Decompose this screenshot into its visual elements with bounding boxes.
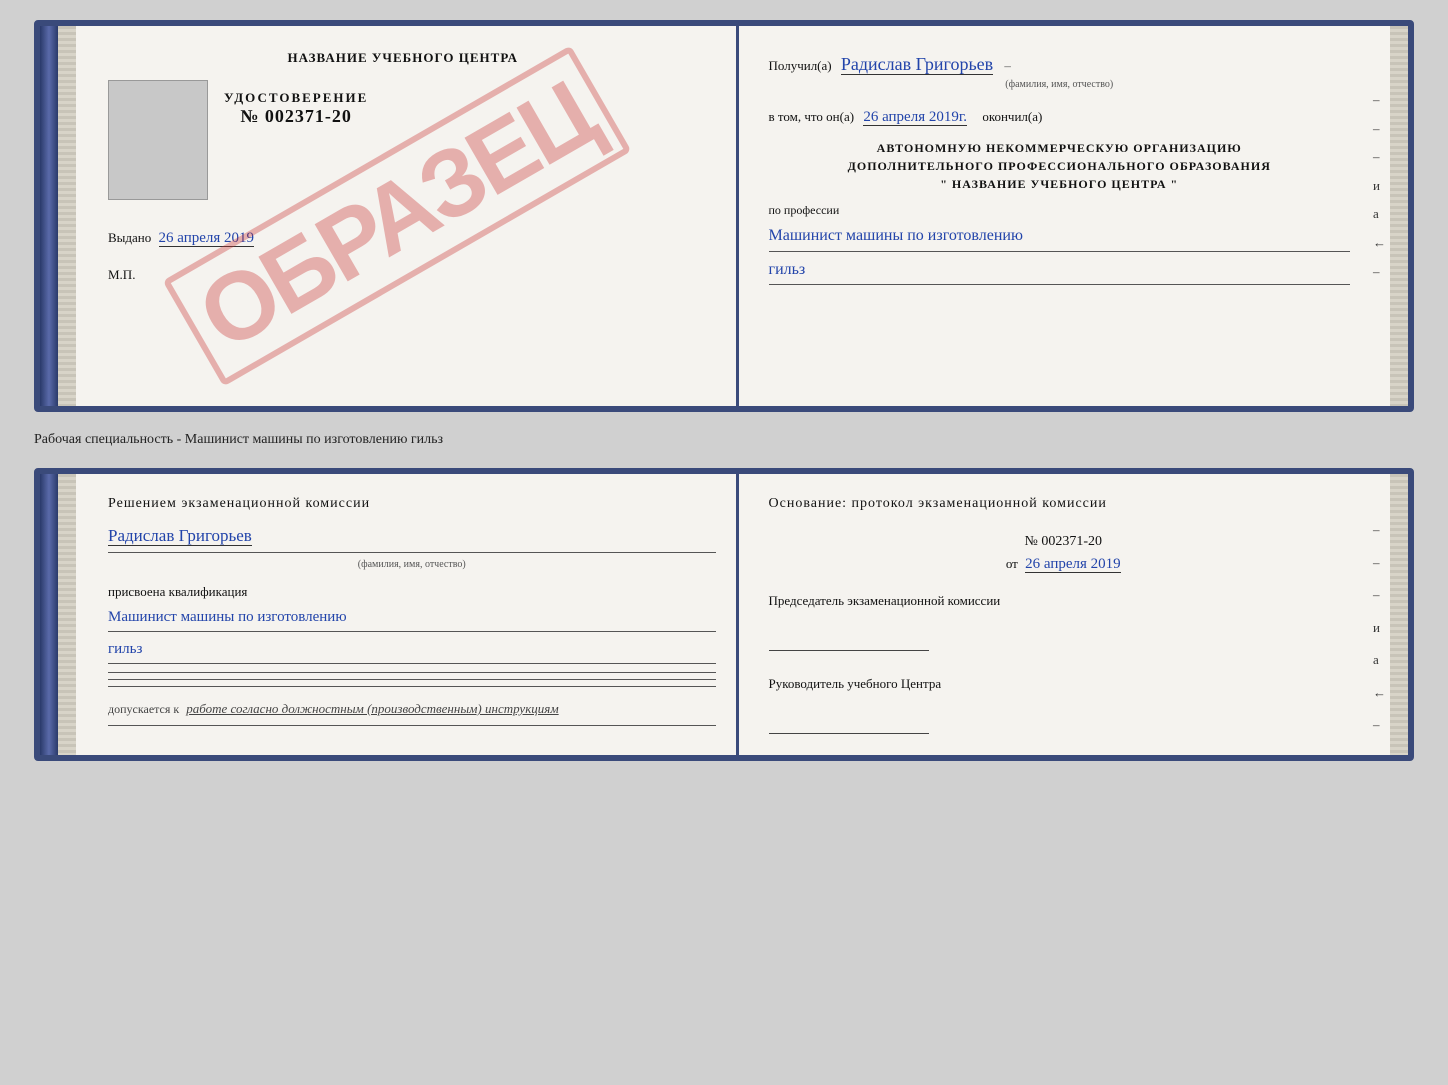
ot-label: от — [1006, 556, 1018, 571]
udostoverenie-title: УДОСТОВЕРЕНИЕ — [224, 90, 368, 106]
top-left-title: НАЗВАНИЕ УЧЕБНОГО ЦЕНТРА — [108, 50, 698, 66]
resheniem-label: Решением экзаменационной комиссии — [108, 496, 716, 512]
predsedatel-label: Председатель экзаменационной комиссии — [769, 593, 1359, 609]
poluchil-line: Получил(а) Радислав Григорьев – (фамилия… — [769, 50, 1351, 93]
bottom-right-page: Основание: протокол экзаменационной коми… — [739, 474, 1409, 755]
dopusk-text: работе согласно должностным (производств… — [186, 701, 558, 716]
bottom-qualification2: гильз — [108, 636, 716, 664]
vtom-line: в том, что он(а) 26 апреля 2019г. окончи… — [769, 105, 1351, 129]
top-left-page: НАЗВАНИЕ УЧЕБНОГО ЦЕНТРА УДОСТОВЕРЕНИЕ №… — [58, 26, 739, 406]
udostoverenie-block: УДОСТОВЕРЕНИЕ № 002371-20 — [224, 90, 368, 127]
spine-top — [40, 26, 58, 406]
right-dashes-bottom: – – – и а ← – – – – — [1373, 514, 1386, 761]
okonchil-label: окончил(а) — [982, 109, 1042, 124]
rukovoditel-label: Руководитель учебного Центра — [769, 676, 1359, 692]
profession-line2: гильз — [769, 256, 1351, 286]
dopusk-block: допускается к работе согласно должностны… — [108, 701, 716, 717]
bottom-name: Радислав Григорьев — [108, 526, 252, 546]
poluchil-label: Получил(а) — [769, 58, 832, 73]
bottom-left-page: Решением экзаменационной комиссии Радисл… — [58, 474, 739, 755]
top-left-content: НАЗВАНИЕ УЧЕБНОГО ЦЕНТРА УДОСТОВЕРЕНИЕ №… — [86, 50, 708, 283]
bottom-name-block: Радислав Григорьев (фамилия, имя, отчест… — [108, 526, 716, 570]
bottom-num: № 002371-20 — [769, 532, 1359, 550]
vtom-date: 26 апреля 2019г. — [863, 109, 967, 126]
top-right-page: Получил(а) Радислав Григорьев – (фамилия… — [739, 26, 1409, 406]
dopusk-label: допускается к — [108, 702, 179, 716]
udostoverenie-num: № 002371-20 — [224, 106, 368, 127]
bottom-name-sub: (фамилия, имя, отчество) — [108, 559, 716, 570]
vtom-label: в том, что он(а) — [769, 109, 855, 124]
poluchil-name: Радислав Григорьев — [841, 54, 993, 75]
predsedatel-sig — [769, 621, 929, 651]
po-professii-label: по профессии — [769, 203, 1351, 218]
mp-block: М.П. — [108, 267, 698, 283]
doc-label: Рабочая специальность - Машинист машины … — [34, 428, 1414, 452]
bottom-document: Решением экзаменационной комиссии Радисл… — [34, 468, 1414, 761]
bottom-left-content: Решением экзаменационной комиссии Радисл… — [86, 496, 716, 726]
vidan-block: Выдано 26 апреля 2019 — [108, 230, 698, 247]
vidan-label: Выдано — [108, 230, 151, 245]
org-line1: АВТОНОМНУЮ НЕКОММЕРЧЕСКУЮ ОРГАНИЗАЦИЮ — [769, 139, 1351, 157]
osnovanie-label: Основание: протокол экзаменационной коми… — [769, 496, 1359, 512]
rukovoditel-sig — [769, 704, 929, 734]
spine-bottom — [40, 474, 58, 755]
org-line2: ДОПОЛНИТЕЛЬНОГО ПРОФЕССИОНАЛЬНОГО ОБРАЗО… — [769, 157, 1351, 175]
photo-placeholder — [108, 80, 208, 200]
prisvoena-label: присвоена квалификация — [108, 584, 716, 600]
right-dashes-top: – – – и а ← – — [1373, 86, 1386, 286]
profession-line1: Машинист машины по изготовлению — [769, 222, 1351, 252]
vidan-date: 26 апреля 2019 — [159, 230, 255, 247]
poluchil-sub: (фамилия, имя, отчество) — [769, 77, 1351, 93]
bottom-qualification1: Машинист машины по изготовлению — [108, 604, 716, 632]
bottom-ot: от 26 апреля 2019 — [769, 556, 1359, 573]
org-name: " НАЗВАНИЕ УЧЕБНОГО ЦЕНТРА " — [769, 175, 1351, 193]
ot-date: 26 апреля 2019 — [1025, 556, 1121, 573]
top-document: НАЗВАНИЕ УЧЕБНОГО ЦЕНТРА УДОСТОВЕРЕНИЕ №… — [34, 20, 1414, 412]
org-block: АВТОНОМНУЮ НЕКОММЕРЧЕСКУЮ ОРГАНИЗАЦИЮ ДО… — [769, 139, 1351, 193]
